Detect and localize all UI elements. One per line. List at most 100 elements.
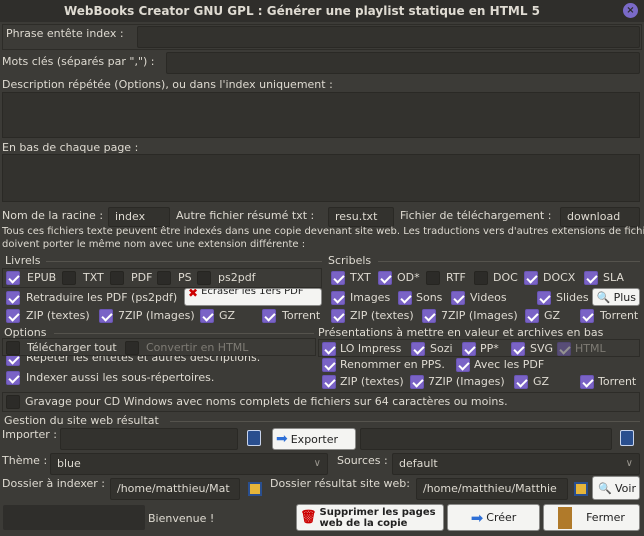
ps-label: PS — [178, 271, 192, 284]
pres-torrent-checkbox[interactable] — [580, 375, 594, 389]
pres-zip-checkbox[interactable] — [322, 375, 336, 389]
slides-checkbox[interactable] — [537, 291, 551, 305]
livrels-gz-checkbox[interactable] — [200, 309, 214, 323]
sons-checkbox[interactable] — [398, 291, 412, 305]
folder-icon[interactable] — [248, 482, 262, 496]
export-arrow-icon: ➡ — [276, 431, 288, 447]
videos-checkbox[interactable] — [451, 291, 465, 305]
cd-burn-checkbox[interactable] — [6, 395, 20, 409]
close-icon[interactable]: × — [623, 3, 638, 18]
scribels-gz-label: GZ — [544, 309, 561, 322]
svg-label: SVG — [530, 342, 554, 355]
pres-gz-checkbox[interactable] — [514, 375, 528, 389]
ps-checkbox[interactable] — [157, 271, 171, 285]
summary-input[interactable]: resu.txt — [328, 207, 394, 227]
file-browse-icon[interactable] — [620, 430, 634, 446]
result-dir-input[interactable]: /home/matthieu/Matthie — [416, 478, 568, 500]
convert-html-label: Convertir en HTML — [146, 341, 249, 354]
sources-select[interactable]: default ∨ — [392, 453, 640, 475]
images-checkbox[interactable] — [331, 291, 345, 305]
index-subdirs-label: Indexer aussi les sous-répertoires. — [26, 371, 215, 384]
delete-pages-button[interactable]: 🗑 Supprimer les pages web de la copie — [296, 504, 444, 531]
livrels-divider — [46, 261, 322, 262]
livrels-zip-label: ZIP (textes) — [26, 309, 90, 322]
pres-7zip-checkbox[interactable] — [410, 375, 424, 389]
root-input[interactable]: index — [108, 207, 170, 227]
pdf-checkbox[interactable] — [110, 271, 124, 285]
ps2pdf-checkbox[interactable] — [197, 271, 211, 285]
site-title: Gestion du site web résultat — [4, 414, 159, 427]
slides-label: Slides — [556, 291, 589, 304]
export-input[interactable] — [360, 428, 612, 450]
summary-label: Autre fichier résumé txt : — [176, 209, 315, 222]
livrels-zip-checkbox[interactable] — [6, 309, 20, 323]
folder-icon[interactable] — [574, 482, 588, 496]
scribels-7zip-checkbox[interactable] — [422, 309, 436, 323]
lo-impress-checkbox[interactable] — [322, 342, 336, 356]
root-label: Nom de la racine : — [2, 209, 104, 222]
index-dir-input[interactable]: /home/matthieu/Mat — [110, 478, 240, 500]
sozi-checkbox[interactable] — [411, 342, 425, 356]
cd-burn-label: Gravage pour CD Windows avec noms comple… — [25, 395, 508, 408]
livrels-torrent-checkbox[interactable] — [262, 309, 276, 323]
videos-label: Videos — [470, 291, 507, 304]
txt-checkbox[interactable] — [62, 271, 76, 285]
sozi-label: Sozi — [430, 342, 453, 355]
ps2pdf-label: ps2pdf — [218, 271, 256, 284]
import-label: Importer : — [2, 428, 57, 441]
window-title: WebBooks Creator GNU GPL : Générer une p… — [0, 0, 644, 22]
trash-icon: ✖ — [188, 288, 199, 300]
download-input[interactable]: download — [560, 207, 640, 227]
retranslate-label: Retraduire les PDF (ps2pdf) — [26, 291, 178, 304]
presentations-title: Présentations à mettre en valeur et arch… — [318, 326, 604, 339]
keywords-label: Mots clés (séparés par ",") : — [2, 55, 155, 68]
download-all-checkbox[interactable] — [6, 341, 20, 355]
export-button[interactable]: ➡ Exporter — [272, 428, 356, 450]
images-label: Images — [350, 291, 391, 304]
keywords-input[interactable] — [166, 52, 640, 74]
with-pdf-checkbox[interactable] — [456, 358, 470, 372]
plus-button[interactable]: 🔍 Plus — [592, 288, 640, 306]
description-textarea[interactable] — [2, 92, 640, 138]
scribels-txt-checkbox[interactable] — [331, 271, 345, 285]
rename-pps-checkbox[interactable] — [322, 358, 336, 372]
phrase-label: Phrase entête index : — [6, 27, 124, 40]
import-input[interactable] — [60, 428, 238, 450]
scribels-zip-checkbox[interactable] — [331, 309, 345, 323]
doc-checkbox[interactable] — [474, 271, 488, 285]
file-browse-icon[interactable] — [247, 430, 261, 446]
scribels-torrent-checkbox[interactable] — [580, 309, 594, 323]
theme-select[interactable]: blue ∨ — [50, 453, 328, 475]
pp-checkbox[interactable] — [462, 342, 476, 356]
convert-html-checkbox[interactable] — [125, 341, 139, 355]
docx-checkbox[interactable] — [524, 271, 538, 285]
od-label: OD* — [397, 271, 420, 284]
theme-label: Thème : — [2, 454, 48, 467]
scribels-torrent-label: Torrent — [600, 309, 639, 322]
retranslate-checkbox[interactable] — [6, 291, 20, 305]
html-checkbox[interactable] — [557, 342, 571, 356]
scribels-title: Scribels — [328, 254, 372, 267]
txt-label: TXT — [83, 271, 104, 284]
scribels-gz-checkbox[interactable] — [525, 309, 539, 323]
create-button[interactable]: ➡ Créer — [447, 504, 540, 531]
phrase-input[interactable] — [137, 26, 640, 48]
close-button[interactable]: Fermer — [543, 504, 640, 531]
epub-label: EPUB — [27, 271, 57, 284]
rename-pps-label: Renommer en PPS. — [340, 358, 445, 371]
trash-icon: 🗑 — [300, 510, 317, 525]
rtf-checkbox[interactable] — [426, 271, 440, 285]
docx-label: DOCX — [543, 271, 576, 284]
info-line-1: Tous ces fichiers texte peuvent être ind… — [2, 226, 644, 237]
svg-checkbox[interactable] — [511, 342, 525, 356]
scribels-txt-label: TXT — [350, 271, 371, 284]
epub-checkbox[interactable] — [6, 271, 20, 285]
livrels-7zip-checkbox[interactable] — [99, 309, 113, 323]
overwrite-pdf-button[interactable]: ✖ Écraser les 1ers PDF — [184, 288, 322, 306]
view-button[interactable]: 🔍 Voir — [592, 476, 640, 500]
livrels-title: Livrels — [5, 254, 41, 267]
index-subdirs-checkbox[interactable] — [6, 371, 20, 385]
footer-textarea[interactable] — [2, 154, 640, 202]
sla-checkbox[interactable] — [584, 271, 598, 285]
od-checkbox[interactable] — [378, 271, 392, 285]
